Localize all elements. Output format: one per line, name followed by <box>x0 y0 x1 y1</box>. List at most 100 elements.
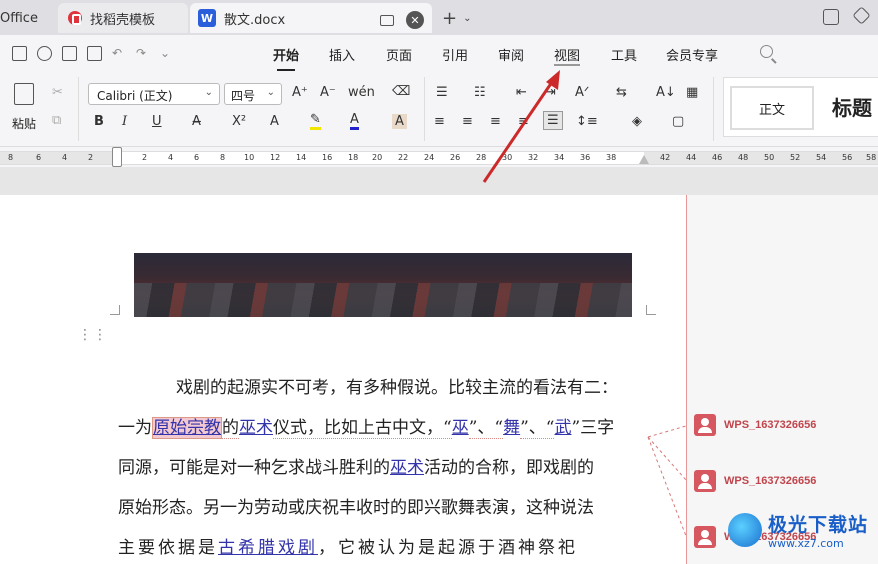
chevron-down-icon: ⌄ <box>463 13 472 24</box>
ruler-number: 48 <box>738 153 749 162</box>
export-icon[interactable] <box>37 45 52 61</box>
cube-icon[interactable] <box>852 6 871 25</box>
commented-text[interactable]: 巫 <box>452 418 469 438</box>
text-run: 的 <box>222 418 239 439</box>
new-tab-button[interactable]: + ⌄ <box>442 8 471 29</box>
decrease-font-icon[interactable]: A⁻ <box>320 85 336 100</box>
ruler-number: 56 <box>842 153 853 162</box>
screen-icon[interactable] <box>380 14 394 26</box>
menu-references[interactable]: 引用 <box>442 45 468 64</box>
font-color-icon[interactable]: A <box>350 112 359 130</box>
asian-layout-icon[interactable]: A↓ <box>656 85 676 100</box>
outdent-icon[interactable]: ⇤ <box>516 85 527 100</box>
text-run: 主要依据是 <box>118 538 218 558</box>
undo-icon[interactable]: ↶ <box>112 46 126 60</box>
commented-text[interactable]: 舞 <box>503 418 520 438</box>
bold-button[interactable]: B <box>94 114 104 129</box>
ruler-number: 6 <box>194 153 200 162</box>
line-spacing-icon[interactable]: ↕≡ <box>576 114 598 129</box>
menu-page[interactable]: 页面 <box>386 45 412 64</box>
commented-text[interactable]: 武 <box>554 418 571 438</box>
style-normal[interactable]: 正文 <box>730 86 814 130</box>
tab-document[interactable]: W 散文.docx ✕ <box>190 3 432 33</box>
commented-text[interactable]: 原始宗教 <box>152 417 222 439</box>
comment-author: WPS_1637326656 <box>724 419 817 431</box>
highlight-icon[interactable]: ✎ <box>310 112 321 130</box>
comment-card[interactable]: WPS_1637326656 <box>690 462 878 500</box>
tab-office[interactable]: Office <box>0 3 58 33</box>
copy-icon[interactable]: ⧉ <box>52 113 61 128</box>
text-line: 同源，可能是对一种乞求战斗胜利的巫术活动的合称，即戏剧的 <box>118 448 648 488</box>
commented-text[interactable]: 巫术 <box>239 418 273 438</box>
menu-view[interactable]: 视图 <box>554 45 581 66</box>
document-page[interactable]: ⋮⋮ 戏剧的起源实不可考，有多种假说。比较主流的看法有二： 一为原始宗教的巫术仪… <box>0 195 686 564</box>
chevron-down-icon[interactable]: ⌄ <box>160 46 174 60</box>
eraser-icon[interactable]: ⌫ <box>392 84 410 99</box>
align-right-icon[interactable]: ≡ <box>490 114 501 129</box>
italic-button[interactable]: I <box>122 114 127 129</box>
fill-color-icon[interactable]: ◈ <box>632 114 642 129</box>
user-avatar-icon <box>694 526 716 548</box>
commented-text[interactable]: 巫术 <box>390 458 424 478</box>
save-icon[interactable] <box>12 45 27 61</box>
right-indent-marker-icon[interactable] <box>639 155 649 164</box>
cut-icon[interactable]: ✂ <box>52 85 63 100</box>
strikethrough-icon[interactable]: A̶ <box>192 114 201 129</box>
menu-bar: ↶ ↷ ⌄ 开始 插入 页面 引用 审阅 视图 工具 会员专享 <box>0 35 878 71</box>
numbered-list-icon[interactable]: ☷ <box>474 85 486 100</box>
ruler-number: 44 <box>686 153 697 162</box>
phonetic-icon[interactable]: wén <box>348 85 375 100</box>
text-effect-icon[interactable]: A <box>270 114 279 129</box>
close-icon[interactable]: ✕ <box>406 11 424 29</box>
menu-review[interactable]: 审阅 <box>498 45 524 64</box>
text-line: 一为原始宗教的巫术仪式，比如上古中文，“巫”、“舞”、“武”三字 <box>118 408 648 448</box>
superscript-icon[interactable]: X² <box>232 114 246 129</box>
document-body[interactable]: 戏剧的起源实不可考，有多种假说。比较主流的看法有二： 一为原始宗教的巫术仪式，比… <box>118 368 648 564</box>
distribute-icon[interactable]: ☰ <box>543 111 563 130</box>
menu-home[interactable]: 开始 <box>273 45 299 71</box>
ruler-number: 20 <box>372 153 383 162</box>
justify-icon[interactable]: ≡ <box>518 114 529 129</box>
header-image[interactable] <box>134 253 632 317</box>
search-icon[interactable] <box>760 45 773 58</box>
border-icon[interactable]: ▢ <box>672 114 684 129</box>
plus-icon: + <box>442 8 458 29</box>
text-run: 仪式，比如上古中文，“ <box>273 418 452 439</box>
indent-marker-icon[interactable] <box>112 147 122 167</box>
chevron-down-icon: ⌄ <box>204 87 213 98</box>
tab-docer-templates[interactable]: 找稻壳模板 <box>58 3 188 33</box>
ruler-number: 38 <box>606 153 617 162</box>
align-center-icon[interactable]: ≡ <box>462 114 473 129</box>
style-heading[interactable]: 标题 <box>832 92 872 121</box>
drag-handle-icon[interactable]: ⋮⋮ <box>78 328 107 342</box>
menu-tools[interactable]: 工具 <box>611 45 637 64</box>
docer-logo-icon <box>68 11 82 25</box>
ruler-number: 52 <box>790 153 801 162</box>
bullet-list-icon[interactable]: ☰ <box>436 85 448 100</box>
redo-icon[interactable]: ↷ <box>136 46 150 60</box>
indent-icon[interactable]: ⇥ <box>545 85 556 100</box>
sort-icon[interactable]: ⇆ <box>616 85 627 100</box>
char-shading-icon[interactable]: A <box>392 114 407 129</box>
text-run: ”、“ <box>468 418 504 439</box>
menu-member[interactable]: 会员专享 <box>666 45 718 64</box>
text-direction-icon[interactable]: Aᐟ <box>575 85 589 100</box>
font-size-select[interactable]: 四号 ⌄ <box>224 83 282 105</box>
layout-icon[interactable] <box>823 9 839 25</box>
show-marks-icon[interactable]: ▦ <box>686 85 698 100</box>
underline-button[interactable]: U <box>152 114 162 129</box>
print-preview-icon[interactable] <box>87 45 102 61</box>
print-icon[interactable] <box>62 45 77 61</box>
align-left-icon[interactable]: ≡ <box>434 114 445 129</box>
ruler-number: 36 <box>580 153 591 162</box>
font-name-select[interactable]: Calibri (正文) ⌄ <box>88 83 220 105</box>
text-run: 活动的合称，即戏剧的 <box>424 458 594 478</box>
paste-label: 粘贴 <box>11 117 36 131</box>
text-run: ”三字 <box>571 418 615 438</box>
menu-insert[interactable]: 插入 <box>329 45 355 64</box>
increase-font-icon[interactable]: A⁺ <box>292 85 308 100</box>
ribbon-toolbar: 粘贴 ✂ ⧉ Calibri (正文) ⌄ 四号 ⌄ A⁺ A⁻ wén ⌫ B… <box>0 71 878 147</box>
commented-text[interactable]: 古希腊戏剧 <box>218 538 318 558</box>
styles-gallery: 正文 标题 <box>723 77 878 137</box>
comment-card[interactable]: WPS_1637326656 <box>690 406 878 444</box>
